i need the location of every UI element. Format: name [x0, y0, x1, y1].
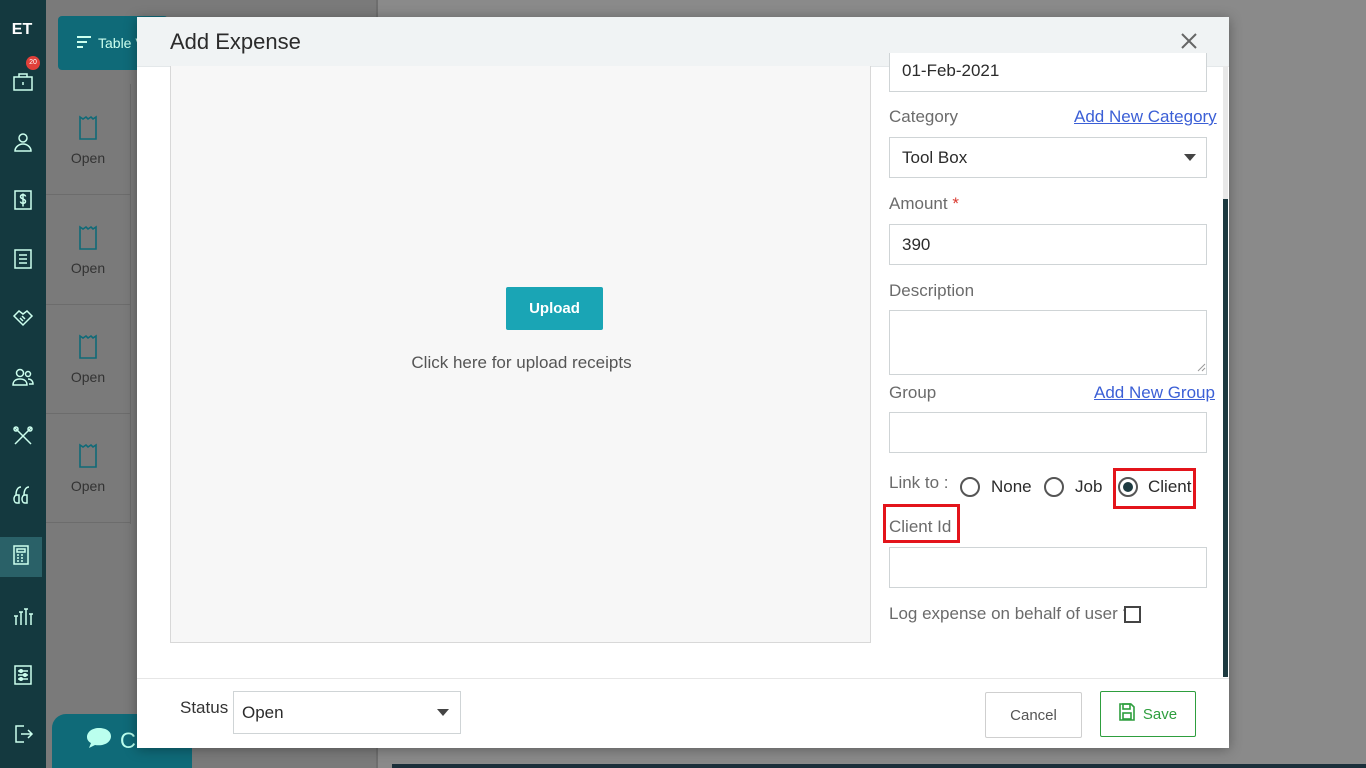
notification-badge: 20: [26, 56, 40, 70]
nav-briefcase[interactable]: 20: [0, 56, 46, 104]
category-value: Tool Box: [902, 148, 968, 167]
leads-icon: [11, 483, 35, 512]
settings-icon: [11, 663, 35, 692]
date-field[interactable]: 01-Feb-2021: [889, 53, 1207, 92]
save-label: Save: [1142, 705, 1178, 723]
nav-reports[interactable]: [0, 598, 46, 638]
amount-label-text: Amount: [889, 194, 948, 213]
behalf-checkbox[interactable]: [1124, 606, 1141, 623]
group-label: Group: [889, 383, 937, 402]
list-item[interactable]: Open: [46, 414, 130, 523]
nav-dollar[interactable]: [0, 182, 46, 222]
highlight-client-id: [883, 504, 960, 543]
amount-label: Amount *: [889, 194, 959, 214]
add-expense-modal: Add Expense Upload Click here for upload…: [137, 17, 1229, 748]
list-item[interactable]: Open: [46, 196, 130, 305]
radio-none-label: None: [991, 477, 1032, 496]
reports-icon: [11, 604, 35, 633]
nav-users[interactable]: [0, 359, 46, 399]
add-new-category-link[interactable]: Add New Category: [1074, 107, 1217, 127]
radio-none[interactable]: [960, 477, 980, 497]
save-icon: [1119, 703, 1135, 725]
close-button[interactable]: [1177, 29, 1201, 53]
list-item-status: Open: [70, 368, 106, 385]
modal-footer: Status Open Cancel Save: [137, 678, 1229, 748]
scrollbar-thumb[interactable]: [1223, 199, 1228, 677]
nav-logout[interactable]: [0, 716, 46, 756]
menu-lines-icon: [76, 35, 92, 52]
required-marker: *: [952, 194, 959, 213]
handshake-icon: [11, 306, 35, 335]
receipt-upload-area[interactable]: Upload Click here for upload receipts: [170, 66, 871, 643]
client-id-input[interactable]: [889, 547, 1207, 588]
briefcase-icon: [11, 70, 35, 99]
status-label: Status: [180, 698, 229, 717]
description-label: Description: [889, 281, 975, 300]
nav-handshake[interactable]: [0, 300, 46, 340]
list-item[interactable]: Open: [46, 305, 130, 414]
group-input[interactable]: [889, 412, 1207, 453]
nav-settings[interactable]: [0, 657, 46, 697]
dollar-icon: [11, 188, 35, 217]
users-icon: [11, 365, 35, 394]
nav-user[interactable]: [0, 124, 46, 164]
user-icon: [11, 130, 35, 159]
status-value: Open: [242, 703, 284, 722]
side-navigation: ET 20: [0, 0, 46, 768]
calculator-icon: [9, 543, 33, 572]
chevron-down-icon: [437, 709, 449, 716]
highlight-client-option: [1113, 468, 1196, 509]
receipt-icon: [77, 115, 99, 144]
chat-bubble-icon: [86, 726, 112, 756]
chevron-down-icon: [1184, 154, 1196, 161]
list-item-status: Open: [70, 149, 106, 166]
nav-list[interactable]: [0, 241, 46, 281]
logout-icon: [11, 722, 35, 751]
radio-job[interactable]: [1044, 477, 1064, 497]
category-label: Category: [889, 107, 958, 126]
behalf-label: Log expense on behalf of user ?: [889, 604, 1132, 623]
amount-input[interactable]: 390: [889, 224, 1207, 265]
receipt-icon: [77, 225, 99, 254]
status-select[interactable]: Open: [233, 691, 461, 734]
background-column-line: [130, 84, 131, 524]
nav-tools[interactable]: [0, 418, 46, 458]
tools-icon: [11, 424, 35, 453]
upload-button[interactable]: Upload: [506, 287, 603, 330]
description-textarea[interactable]: [889, 310, 1207, 375]
category-select[interactable]: Tool Box: [889, 137, 1207, 178]
nav-calculator[interactable]: [0, 537, 42, 577]
modal-title: Add Expense: [170, 29, 301, 54]
radio-job-label: Job: [1075, 477, 1103, 496]
receipt-icon: [77, 443, 99, 472]
list-icon: [11, 247, 35, 276]
save-button[interactable]: Save: [1100, 691, 1196, 737]
link-to-label: Link to :: [889, 473, 949, 492]
app-logo: ET: [11, 21, 33, 38]
cancel-button[interactable]: Cancel: [985, 692, 1082, 738]
bottom-strip: [392, 764, 1366, 768]
list-item-status: Open: [70, 259, 106, 276]
receipt-icon: [77, 334, 99, 363]
add-new-group-link[interactable]: Add New Group: [1094, 383, 1215, 403]
resize-handle-icon[interactable]: [1196, 359, 1206, 377]
list-item[interactable]: Open: [46, 86, 130, 195]
nav-leads[interactable]: [0, 477, 46, 517]
list-item-status: Open: [70, 477, 106, 494]
upload-hint: Click here for upload receipts: [411, 353, 632, 372]
